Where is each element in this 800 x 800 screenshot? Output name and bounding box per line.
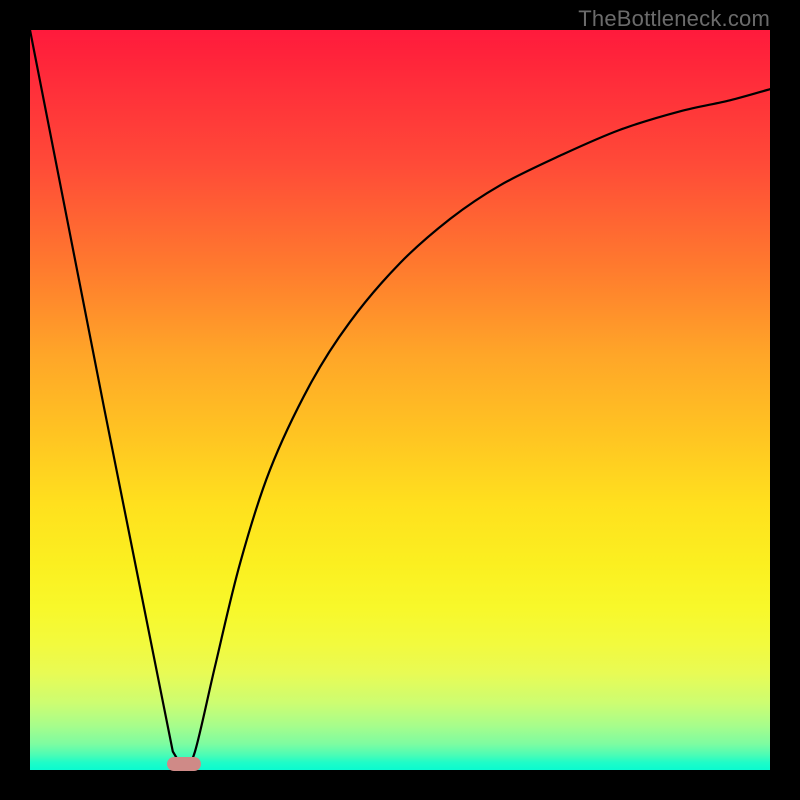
plot-area [30,30,770,770]
bottleneck-curve [30,30,770,770]
valley-marker [167,757,201,771]
watermark-text: TheBottleneck.com [578,6,770,32]
chart-frame: TheBottleneck.com [0,0,800,800]
curve-svg [30,30,770,770]
